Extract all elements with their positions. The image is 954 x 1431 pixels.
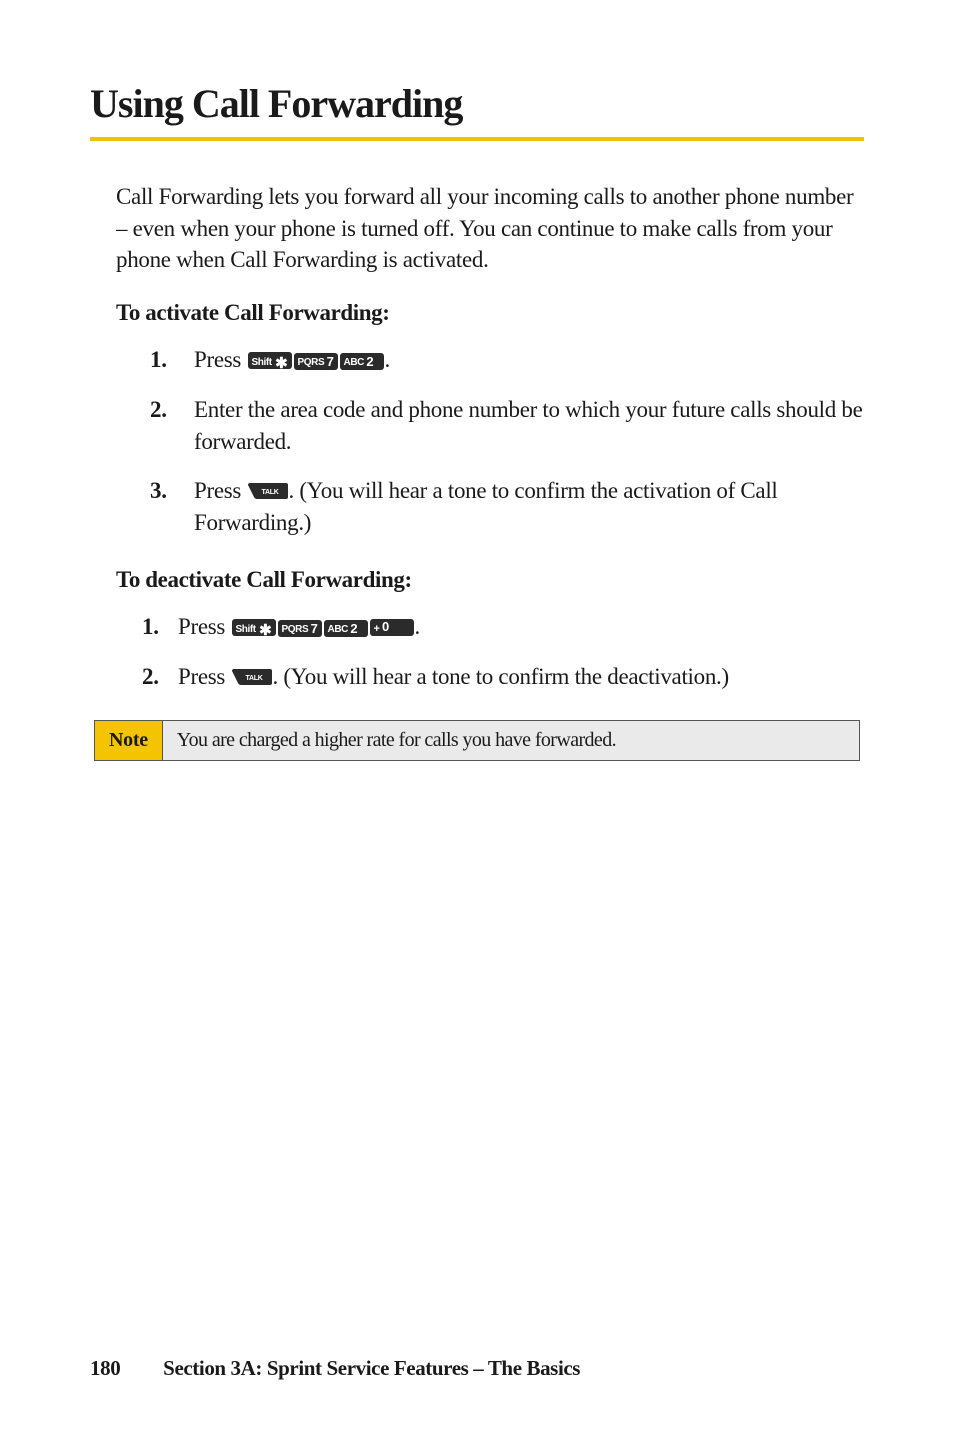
page-container: Using Call Forwarding Call Forwarding le… [0, 0, 954, 1431]
step-text-post: . (You will hear a tone to confirm the d… [273, 664, 729, 689]
shift-star-key-icon: Shift ✱ [248, 352, 292, 369]
pqrs-7-key-icon: PQRS 7 [294, 353, 338, 370]
talk-key-icon: TALK [232, 667, 272, 687]
abc-2-key-icon: ABC 2 [324, 620, 368, 637]
key-sequence: TALK [247, 478, 289, 503]
step-number: 1. [150, 344, 167, 376]
step-text-post: . [385, 347, 390, 372]
activate-step-2: 2. Enter the area code and phone number … [150, 394, 864, 457]
activate-step-1: 1. Press Shift ✱PQRS 7ABC 2. [150, 344, 864, 376]
deactivate-steps-list: 1. Press Shift ✱PQRS 7ABC 2+ 0. 2. Press… [142, 611, 864, 692]
shift-star-key-icon: Shift ✱ [232, 619, 276, 636]
plus-0-key-icon: + 0 [370, 619, 414, 636]
step-number: 2. [150, 394, 167, 426]
step-text-pre: Press [178, 614, 231, 639]
deactivate-heading: To deactivate Call Forwarding: [116, 567, 864, 593]
note-label: Note [95, 721, 163, 760]
deactivate-step-1: 1. Press Shift ✱PQRS 7ABC 2+ 0. [142, 611, 864, 643]
pqrs-7-key-icon: PQRS 7 [278, 620, 322, 637]
intro-paragraph: Call Forwarding lets you forward all you… [116, 181, 864, 276]
activate-heading: To activate Call Forwarding: [116, 300, 864, 326]
key-sequence: Shift ✱PQRS 7ABC 2+ 0 [231, 614, 415, 639]
page-number: 180 [90, 1356, 120, 1380]
step-text-pre: Press [178, 664, 231, 689]
deactivate-step-2: 2. Press TALK . (You will hear a tone to … [142, 661, 864, 693]
page-footer: 180 Section 3A: Sprint Service Features … [90, 1356, 864, 1381]
svg-text:TALK: TALK [261, 489, 278, 496]
activate-steps-list: 1. Press Shift ✱PQRS 7ABC 2. 2. Enter th… [150, 344, 864, 539]
key-sequence: TALK [231, 664, 273, 689]
section-title: Section 3A: Sprint Service Features – Th… [163, 1356, 580, 1380]
step-number: 3. [150, 475, 167, 507]
svg-text:TALK: TALK [245, 675, 262, 682]
abc-2-key-icon: ABC 2 [340, 353, 384, 370]
step-text-pre: Press [194, 347, 247, 372]
step-text-pre: Press [194, 478, 247, 503]
key-sequence: Shift ✱PQRS 7ABC 2 [247, 347, 385, 372]
step-text-post: . [415, 614, 420, 639]
talk-key-icon: TALK [248, 481, 288, 501]
step-number: 2. [142, 661, 159, 693]
step-text: Enter the area code and phone number to … [194, 397, 863, 454]
page-title: Using Call Forwarding [90, 80, 864, 141]
step-number: 1. [142, 611, 159, 643]
note-box: Note You are charged a higher rate for c… [94, 720, 860, 761]
activate-step-3: 3. Press TALK. (You will hear a tone to … [150, 475, 864, 538]
note-text: You are charged a higher rate for calls … [163, 721, 859, 760]
